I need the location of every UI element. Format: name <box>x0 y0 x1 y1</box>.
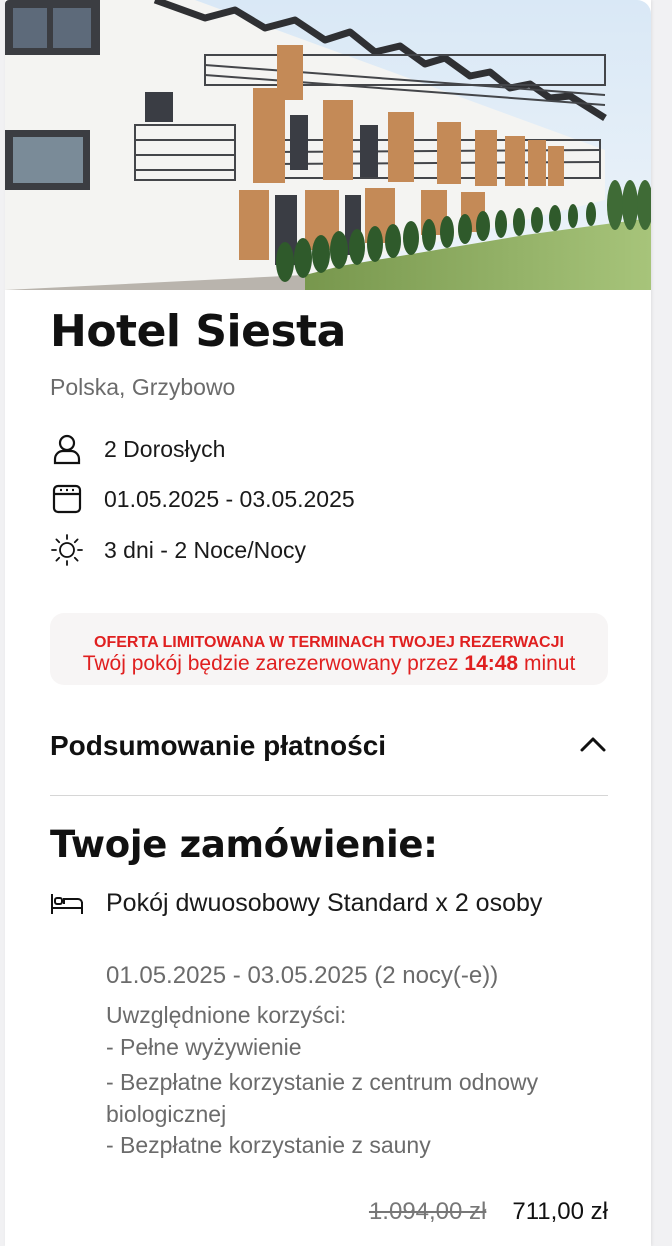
payment-summary-label: Podsumowanie płatności <box>50 730 387 761</box>
chevron-up-icon[interactable] <box>578 734 608 758</box>
payment-summary-toggle[interactable]: Podsumowanie płatności <box>50 720 608 772</box>
order-title: Twoje zamówienie: <box>50 823 438 866</box>
benefit-item: - Bezpłatne korzystanie z sauny <box>106 1132 431 1158</box>
bed-icon <box>50 892 84 916</box>
limited-offer-banner: OFERTA LIMITOWANA W TERMINACH TWOJEJ REZ… <box>50 613 608 685</box>
duration-row: 3 dni - 2 Noce/Nocy <box>50 533 306 567</box>
booking-summary-card: Hotel Siesta Polska, Grzybowo 2 Dorosłyc… <box>5 0 651 1246</box>
hotel-location: Polska, Grzybowo <box>50 374 236 400</box>
duration-text: 3 dni - 2 Noce/Nocy <box>104 536 306 563</box>
divider <box>50 795 608 796</box>
offer-timer: 14:48 <box>464 652 519 675</box>
price-row: 1.094,00 zł 711,00 zł <box>369 1198 608 1226</box>
benefit-item: - Pełne wyżywienie <box>106 1034 302 1060</box>
offer-headline: OFERTA LIMITOWANA W TERMINACH TWOJEJ REZ… <box>94 634 564 651</box>
dates-text: 01.05.2025 - 03.05.2025 <box>104 485 355 512</box>
old-price: 1.094,00 zł <box>368 1198 487 1225</box>
benefits-heading: Uwzględnione korzyści: <box>106 1002 347 1028</box>
hotel-name: Hotel Siesta <box>50 306 346 357</box>
new-price: 711,00 zł <box>512 1198 608 1225</box>
sun-icon <box>50 533 84 567</box>
person-icon <box>50 432 84 466</box>
calendar-icon <box>50 482 84 516</box>
room-name: Pokój dwuosobowy Standard x 2 osoby <box>106 889 543 917</box>
room-dates: 01.05.2025 - 03.05.2025 (2 nocy(-e)) <box>106 962 499 989</box>
hotel-photo <box>5 0 651 290</box>
guests-row: 2 Dorosłych <box>50 432 225 466</box>
offer-message: Twój pokój będzie zarezerwowany przez 14… <box>50 652 608 676</box>
benefit-item: - Bezpłatne korzystanie z centrum odnowy… <box>106 1069 539 1127</box>
dates-row: 01.05.2025 - 03.05.2025 <box>50 482 355 516</box>
offer-message-suffix: minut <box>523 652 576 675</box>
offer-message-prefix: Twój pokój będzie zarezerwowany przez <box>82 652 459 675</box>
guests-text: 2 Dorosłych <box>104 435 226 462</box>
